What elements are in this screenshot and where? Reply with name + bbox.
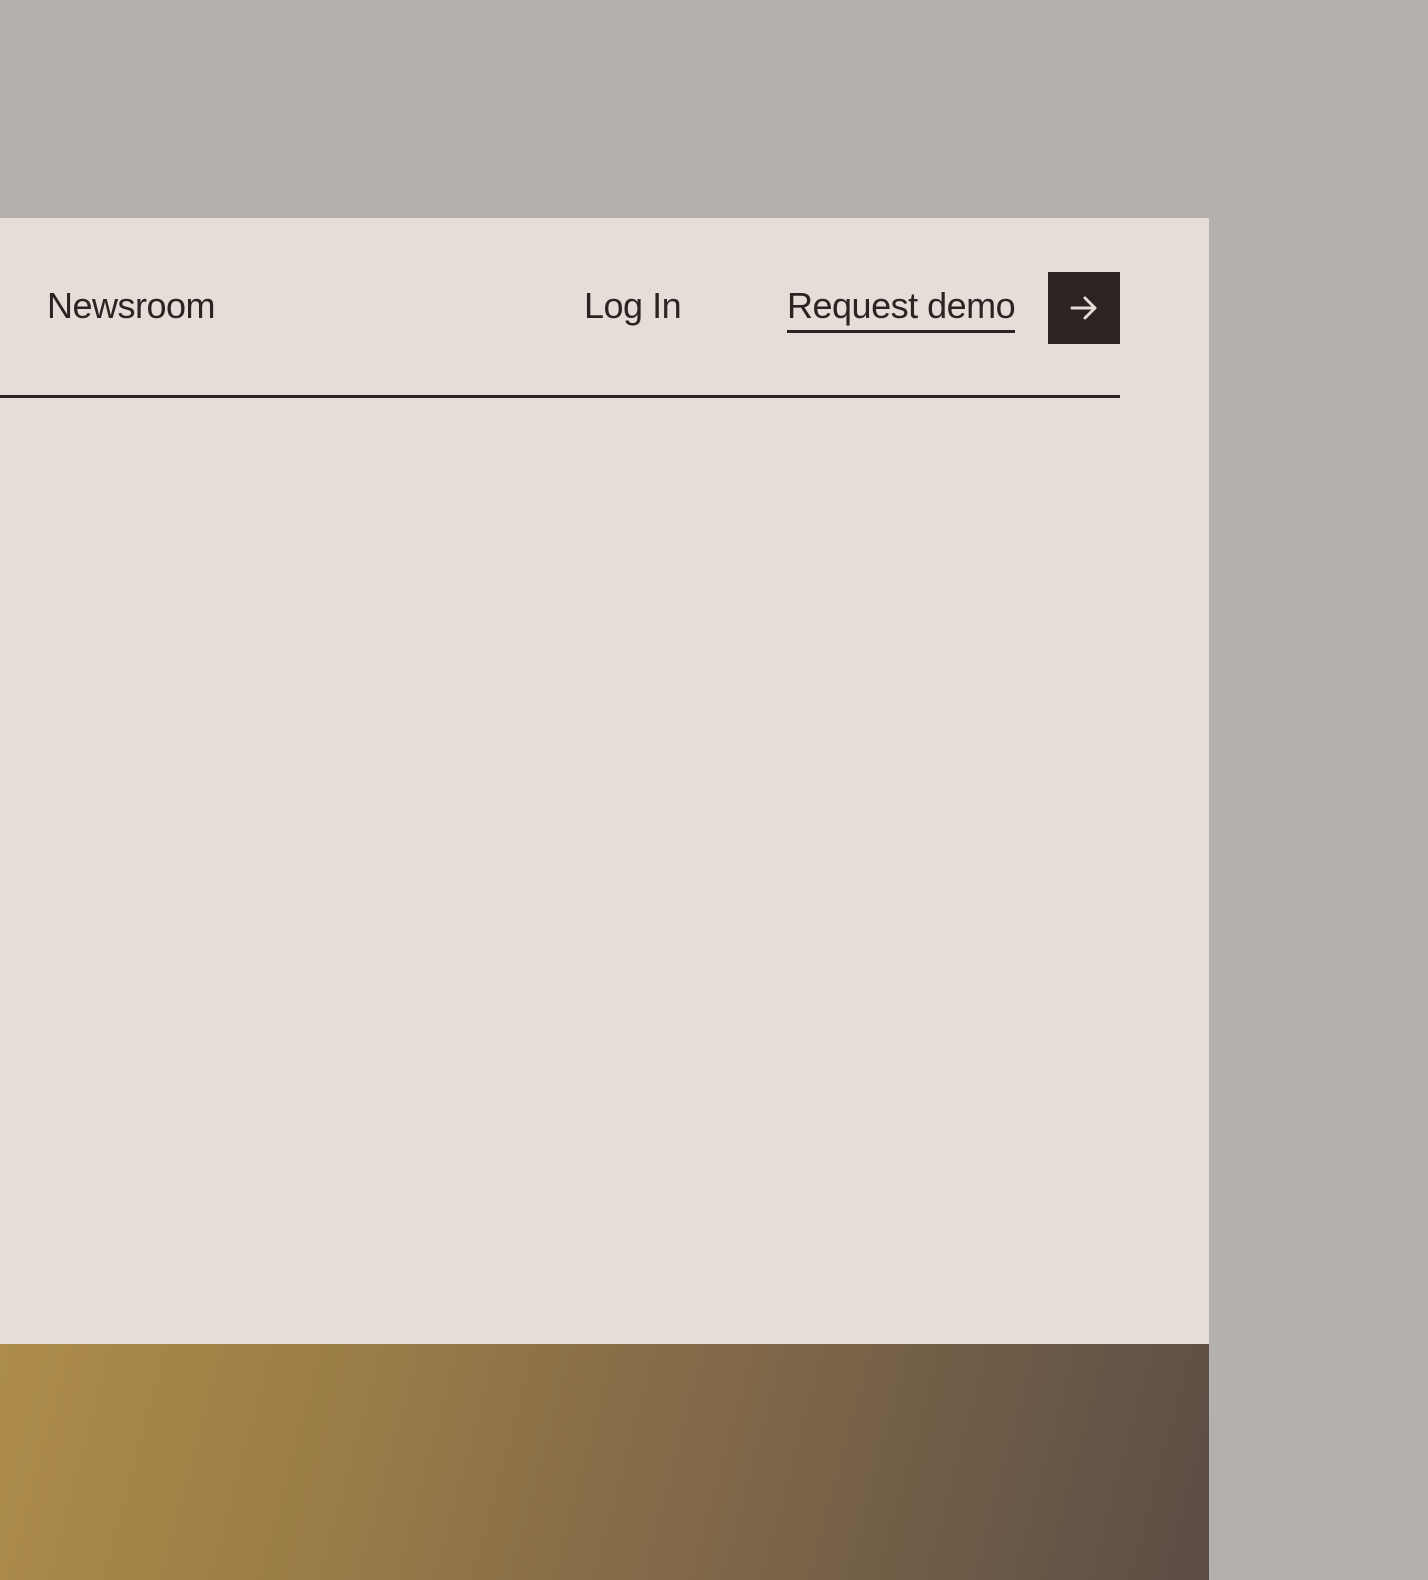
request-demo-link[interactable]: Request demo: [787, 284, 1016, 333]
nav-link-login[interactable]: Log In: [584, 284, 682, 328]
request-demo-arrow-button[interactable]: [1048, 272, 1120, 344]
hero-gradient-banner: [0, 1344, 1209, 1580]
header-divider: [0, 395, 1120, 398]
nav-link-newsroom[interactable]: Newsroom: [47, 284, 216, 328]
arrow-right-icon: [1070, 296, 1097, 320]
page-panel: [0, 218, 1209, 1344]
